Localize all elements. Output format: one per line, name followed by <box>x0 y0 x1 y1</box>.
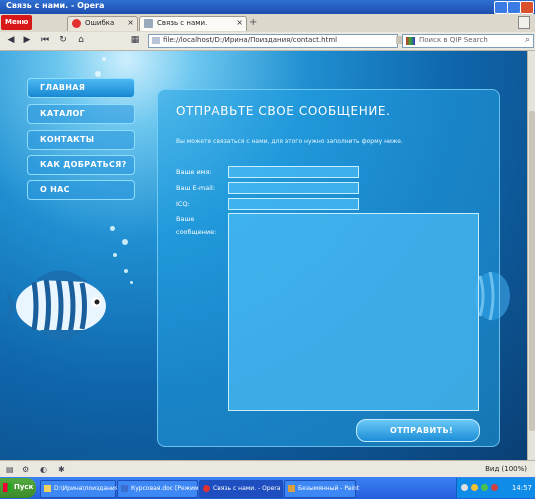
search-input[interactable]: Поиск в QIP Search ⌕ <box>402 34 534 48</box>
tray-icon[interactable] <box>471 484 478 491</box>
nav-item-contacts[interactable]: КОНТАКТЫ <box>27 130 135 150</box>
email-field[interactable] <box>228 182 359 194</box>
address-toolbar: ◀ ▶ ⏮ ↻ ⌂ ▦ file://localhost/D:/Ирина/По… <box>0 32 535 51</box>
bubble-decoration <box>102 57 106 61</box>
name-label: Ваше имя: <box>176 168 212 176</box>
nav-item-home[interactable]: ГЛАВНАЯ <box>27 78 135 98</box>
windows-logo-icon <box>3 483 12 492</box>
address-input[interactable]: file://localhost/D:/Ирина/Поиздания/cont… <box>148 34 398 48</box>
name-field[interactable] <box>228 166 359 178</box>
nav-item-catalog[interactable]: КАТАЛОГ <box>27 104 135 124</box>
nav-label: О НАС <box>40 185 70 194</box>
search-icon[interactable]: ⌕ <box>525 35 530 45</box>
rewind-icon[interactable]: ⏮ <box>38 34 52 47</box>
nav-item-directions[interactable]: КАК ДОБРАТЬСЯ? <box>27 155 135 175</box>
bubble-decoration <box>130 281 133 284</box>
minimize-button[interactable] <box>494 1 508 14</box>
message-label: Ваше <box>176 215 195 223</box>
email-label: Ваш E-mail: <box>176 184 216 192</box>
tab-label: Ошибка <box>85 19 115 27</box>
submit-label: ОТПРАВИТЬ! <box>390 426 454 435</box>
close-tab-icon[interactable]: × <box>236 18 243 27</box>
reload-icon[interactable]: ↻ <box>56 34 70 47</box>
paint-icon <box>288 485 295 492</box>
fish-illustration <box>6 270 106 341</box>
nav-label: КАК ДОБРАТЬСЯ? <box>40 160 127 169</box>
folder-icon <box>44 485 51 492</box>
turbo-icon[interactable]: ◐ <box>40 465 47 474</box>
maximize-button[interactable] <box>507 1 521 14</box>
opera-icon <box>203 485 210 492</box>
tab-error[interactable]: Ошибка × <box>67 16 138 31</box>
trash-icon[interactable] <box>518 16 530 29</box>
search-placeholder: Поиск в QIP Search <box>419 36 488 44</box>
message-textarea[interactable] <box>228 213 479 411</box>
bubble-decoration <box>110 226 115 231</box>
settings-icon[interactable]: ✱ <box>58 465 65 474</box>
opera-menu-label: Меню <box>5 18 29 26</box>
tray-icon[interactable] <box>491 484 498 491</box>
start-label: Пуск <box>14 483 34 491</box>
icq-field[interactable] <box>228 198 359 210</box>
task-label: Курсовая.doc [Режим с... <box>131 485 210 492</box>
page-favicon-icon <box>144 19 153 28</box>
windows-taskbar: Пуск D:\Ирина\поиздания Курсовая.doc [Ре… <box>0 477 535 499</box>
opera-favicon-icon <box>72 19 81 28</box>
system-tray: 14:57 <box>456 478 535 498</box>
tools-icon[interactable]: ⚙ <box>22 465 29 474</box>
back-icon[interactable]: ◀ <box>4 34 18 47</box>
bubble-decoration <box>113 253 117 257</box>
task-label: Безымянный - Paint <box>298 485 360 492</box>
taskbar-item-opera[interactable]: Связь с нами. - Opera <box>199 480 283 498</box>
close-tab-icon[interactable]: × <box>127 18 134 27</box>
message-label-line2: сообщение: <box>176 228 217 236</box>
status-bar: ▤ ⚙ ◐ ✱ Вид (100%) <box>0 460 535 478</box>
tab-bar: Меню Ошибка × Связь с нами. × + <box>0 14 535 33</box>
address-page-icon <box>152 37 160 44</box>
tray-icon[interactable] <box>461 484 468 491</box>
form-title: ОТПРАВЬТЕ СВОЕ СООБЩЕНИЕ. <box>176 104 391 118</box>
bubble-decoration <box>95 71 101 77</box>
taskbar-item-folder[interactable]: D:\Ирина\поиздания <box>40 480 119 498</box>
home-icon[interactable]: ⌂ <box>74 34 88 47</box>
bubble-decoration <box>122 239 128 245</box>
tab-label: Связь с нами. <box>157 19 208 27</box>
clock: 14:57 <box>511 484 532 492</box>
address-text: file://localhost/D:/Ирина/Поиздания/cont… <box>163 36 338 44</box>
taskbar-item-paint[interactable]: Безымянный - Paint <box>284 480 360 498</box>
window-titlebar: Связь с нами. - Opera <box>0 0 535 14</box>
form-intro: Вы можете связаться с нами, для этого ну… <box>176 138 403 145</box>
search-engine-icon[interactable] <box>406 37 415 45</box>
nav-label: ГЛАВНАЯ <box>40 83 86 92</box>
task-label: Связь с нами. - Opera <box>213 485 281 492</box>
nav-label: КОНТАКТЫ <box>40 135 95 144</box>
tab-contact[interactable]: Связь с нами. × <box>139 16 247 31</box>
window-title: Связь с нами. - Opera <box>6 1 105 10</box>
nav-label: КАТАЛОГ <box>40 109 86 118</box>
icq-label: ICQ: <box>176 200 190 208</box>
panel-toggle-icon[interactable]: ▤ <box>6 465 14 474</box>
zoom-level[interactable]: Вид (100%) <box>485 465 527 473</box>
page-icon: ▦ <box>130 35 140 45</box>
forward-icon[interactable]: ▶ <box>20 34 34 47</box>
close-window-button[interactable] <box>520 1 534 14</box>
scrollbar-thumb[interactable] <box>529 111 535 431</box>
web-page: ГЛАВНАЯ КАТАЛОГ КОНТАКТЫ КАК ДОБРАТЬСЯ? … <box>0 51 527 460</box>
tray-icon[interactable] <box>481 484 488 491</box>
opera-menu-button[interactable]: Меню <box>1 15 32 30</box>
submit-button[interactable]: ОТПРАВИТЬ! <box>356 419 480 442</box>
task-label: D:\Ирина\поиздания <box>54 485 119 492</box>
start-button[interactable]: Пуск <box>0 478 36 498</box>
page-scrollbar[interactable] <box>527 51 535 460</box>
new-tab-icon[interactable]: + <box>249 17 257 28</box>
nav-item-about[interactable]: О НАС <box>27 180 135 200</box>
taskbar-item-word[interactable]: Курсовая.doc [Режим с... <box>117 480 209 498</box>
word-icon <box>121 485 128 492</box>
